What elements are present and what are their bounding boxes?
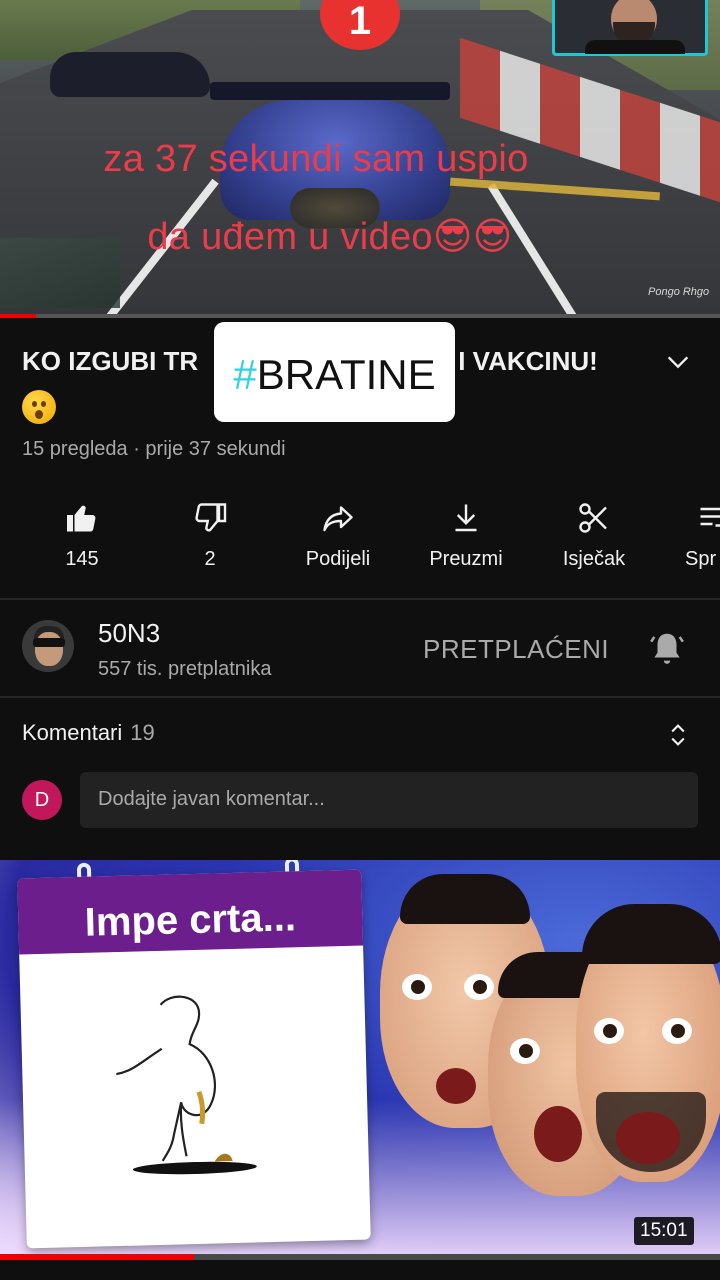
video-title-text: KO IZGUBI TR <box>22 346 199 376</box>
user-avatar: D <box>22 780 62 820</box>
chevron-down-icon[interactable] <box>664 348 692 376</box>
drawing-board: Impe crta... <box>17 860 371 1249</box>
divider <box>0 696 720 698</box>
clip-label: Isječak <box>562 548 626 570</box>
divider <box>0 598 720 600</box>
subscriber-count: 557 tis. pretplatnika <box>98 658 272 680</box>
share-label: Podijeli <box>305 548 371 570</box>
download-button[interactable]: Preuzmi <box>402 500 530 571</box>
save-button[interactable]: Spr <box>658 500 720 571</box>
thumbs-down-icon <box>195 503 227 532</box>
download-icon <box>455 504 477 532</box>
bell-icon[interactable] <box>648 628 686 668</box>
overlay-caption-line2: da uđem u video😎😎 <box>147 216 513 258</box>
comments-count: 19 <box>130 720 155 745</box>
surprised-emoji-icon <box>22 390 56 424</box>
clip-button[interactable]: Isječak <box>530 500 658 571</box>
share-icon <box>323 506 353 532</box>
comments-title: Komentari <box>22 720 123 745</box>
share-button[interactable]: Podijeli <box>274 500 402 571</box>
video-opponent-car <box>50 52 210 97</box>
expand-collapse-icon[interactable] <box>664 720 692 750</box>
next-video-thumbnail[interactable]: Impe crta... <box>0 860 720 1260</box>
video-watermark: Pongo Rhgo <box>648 286 710 298</box>
video-player[interactable]: 1 Pongo Rhgo za 37 sekundi sam uspio da … <box>0 0 720 318</box>
video-duration: 15:01 <box>634 1217 694 1245</box>
overlay-caption-line1: za 37 sekundi sam uspio <box>103 138 529 180</box>
save-label: Spr <box>685 548 717 570</box>
video-meta: 15 pregleda · prije 37 sekundi <box>22 438 286 460</box>
like-button[interactable]: 145 <box>18 500 146 571</box>
video-progress-bar[interactable] <box>0 314 720 318</box>
watched-progress-fill <box>0 1254 195 1260</box>
like-count: 145 <box>65 548 99 570</box>
watched-progress-bar <box>0 1254 720 1260</box>
comment-input[interactable]: Dodajte javan komentar... <box>80 772 698 828</box>
comments-header[interactable]: Komentari 19 <box>22 720 155 746</box>
board-title: Impe crta... <box>17 869 364 955</box>
save-icon <box>700 507 720 527</box>
download-label: Preuzmi <box>429 548 503 570</box>
dislike-count: 2 <box>204 548 216 570</box>
video-progress-fill <box>0 314 36 318</box>
sketch-drawing <box>116 995 257 1175</box>
scissors-icon <box>579 503 607 533</box>
subscribed-button[interactable]: PRETPLAĆENI <box>423 634 609 665</box>
channel-name[interactable]: 50N3 <box>98 618 160 649</box>
face-image <box>576 904 720 1182</box>
hashtag-text: BRATINE <box>256 351 436 398</box>
facecam <box>552 0 708 56</box>
action-bar: 145 2 Podijeli Preuzmi Isječak Spr <box>0 500 720 582</box>
thumbs-up-icon <box>67 505 96 532</box>
video-title-tail: I VAKCINU! <box>458 346 598 376</box>
hashtag-symbol: # <box>233 351 257 398</box>
hashtag-sticker: #BRATINE <box>214 322 455 422</box>
channel-avatar[interactable] <box>22 620 74 672</box>
dislike-button[interactable]: 2 <box>146 500 274 571</box>
